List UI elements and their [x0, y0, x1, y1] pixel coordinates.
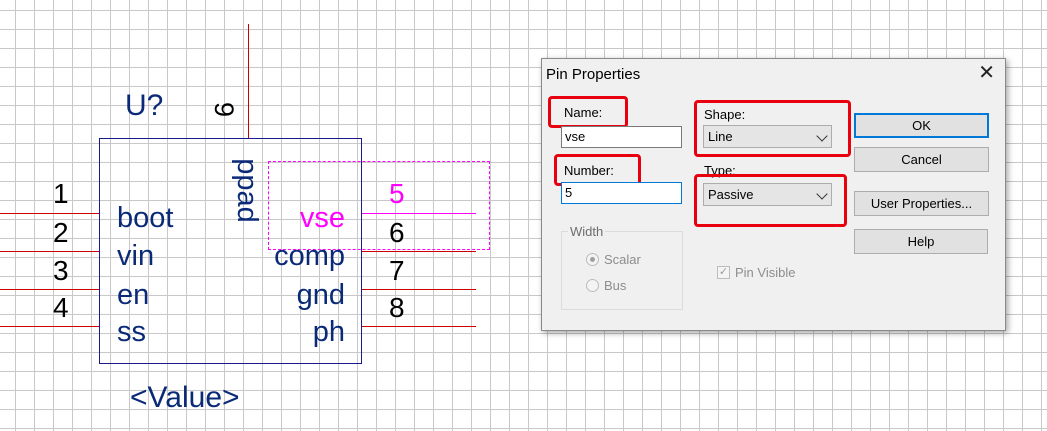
pin-visible-checkbox[interactable]: ✓: [717, 266, 730, 279]
scalar-radio[interactable]: [586, 253, 599, 266]
pin-label-ph: ph: [312, 316, 345, 348]
pin-visible-label: Pin Visible: [735, 265, 796, 280]
pin-properties-dialog[interactable]: Pin Properties ✕ Name: vse Number: 5 Wid…: [541, 58, 1006, 331]
pin-number-7: 7: [389, 255, 405, 286]
type-highlight: [694, 174, 847, 227]
scalar-label: Scalar: [604, 252, 641, 267]
pin-number-9: 9: [209, 101, 240, 118]
shape-highlight: [694, 100, 851, 157]
pin-wire-1: [0, 213, 99, 214]
pin-number-6: 6: [389, 217, 405, 248]
ok-button[interactable]: OK: [854, 113, 989, 138]
pin-number-1: 1: [53, 178, 69, 209]
user-properties-button[interactable]: User Properties...: [854, 191, 989, 216]
pin-wire-7: [362, 289, 476, 290]
top-pin-wire: [248, 24, 249, 138]
pin-number-5: 5: [389, 178, 405, 209]
bus-radio[interactable]: [586, 279, 599, 292]
pin-label-ppad: ppad: [230, 158, 263, 223]
pin-label-vin: vin: [117, 240, 155, 272]
pin-wire-6: [362, 251, 476, 252]
cancel-button[interactable]: Cancel: [854, 147, 989, 172]
pin-number-3: 3: [53, 255, 69, 286]
width-group-label: Width: [568, 224, 606, 239]
pin-label-boot: boot: [117, 202, 174, 234]
name-input[interactable]: vse: [561, 126, 682, 148]
pin-wire-2: [0, 251, 99, 252]
pin-number-4: 4: [53, 292, 69, 323]
dialog-title: Pin Properties: [546, 66, 641, 83]
width-group: [561, 231, 683, 310]
pin-label-gnd: gnd: [296, 279, 345, 311]
name-label-highlight: [548, 96, 628, 128]
number-input[interactable]: 5: [561, 182, 682, 204]
pin-number-2: 2: [53, 217, 69, 248]
bus-label: Bus: [604, 278, 627, 293]
help-button[interactable]: Help: [854, 229, 988, 254]
pin-label-vse: vse: [299, 202, 345, 234]
close-icon[interactable]: ✕: [978, 63, 995, 83]
pin-label-en: en: [117, 279, 150, 311]
part-value[interactable]: <Value>: [130, 383, 240, 413]
pin-wire-3: [0, 289, 99, 290]
pin-label-ss: ss: [117, 316, 146, 348]
pin-label-comp: comp: [274, 240, 345, 272]
pin-wire-4: [0, 326, 99, 327]
pin-wire-8: [362, 326, 476, 327]
part-reference[interactable]: U?: [125, 91, 163, 121]
pin-number-8: 8: [389, 292, 405, 323]
